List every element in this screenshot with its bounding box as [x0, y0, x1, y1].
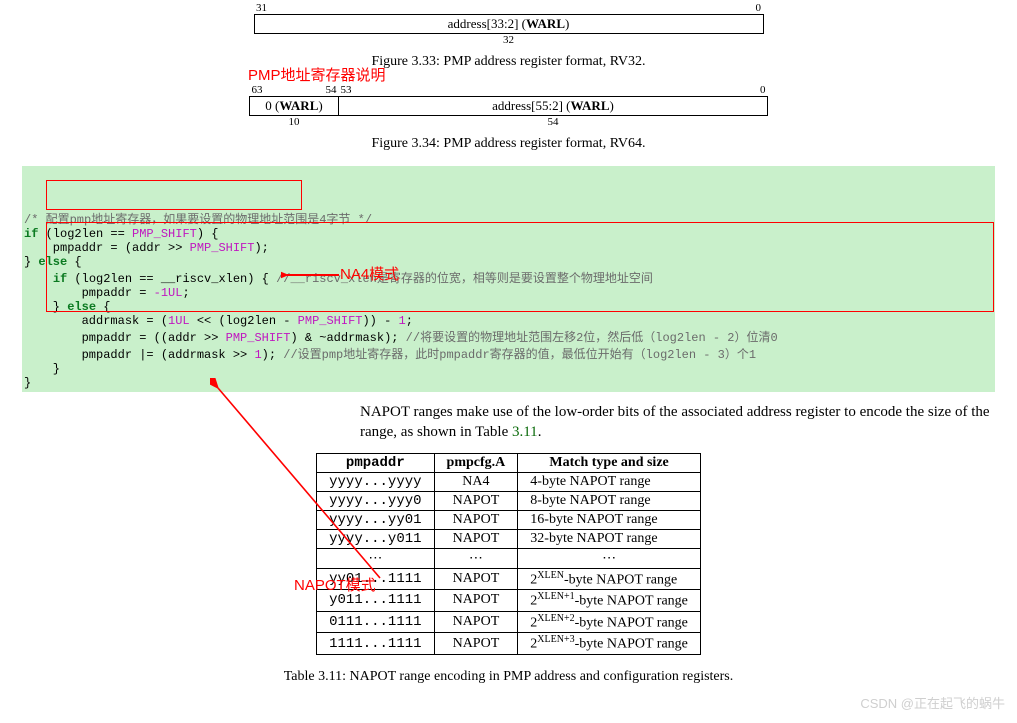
cell-a: 0111...1111: [317, 611, 434, 633]
code-l10: }: [24, 362, 60, 376]
code-l9c: );: [262, 348, 284, 362]
code-l8d: //将要设置的物理地址范围左移2位，然后低（log2len - 2）位清0: [406, 331, 778, 345]
napot-table: pmpaddr pmpcfg.A Match type and size yyy…: [316, 453, 701, 656]
fig33-width: 32: [254, 34, 763, 47]
bit-label-0: 0: [509, 2, 764, 15]
cell-b: NA4: [434, 472, 518, 491]
cell-b: NAPOT: [434, 633, 518, 655]
cell-a: yyyy...yy01: [317, 510, 434, 529]
napot-table-ref-link[interactable]: 3.11: [512, 424, 538, 440]
sup: XLEN+2: [537, 613, 574, 624]
cell-a: 1111...1111: [317, 633, 434, 655]
cell-b: NAPOT: [434, 491, 518, 510]
sup: XLEN+1: [537, 591, 574, 602]
code-l8c: ) & ~addrmask);: [290, 331, 405, 345]
bit-54: 54: [294, 84, 339, 97]
cell-a: ⋯: [317, 548, 434, 568]
annotation-na4-mode: NA4模式: [340, 263, 399, 284]
red-highlight-napot: [46, 222, 994, 312]
bit-label-31: 31: [254, 2, 509, 15]
fig34-field1: address[55:2] (WARL): [492, 98, 614, 113]
napot-para2: .: [538, 424, 542, 440]
code-l7d: PMP_SHIFT: [298, 314, 363, 328]
fig-34-bitfield: 63 54 53 0 0 (WARL) address[55:2] (WARL)…: [0, 84, 1017, 128]
table311-caption: Table 3.11: NAPOT range encoding in PMP …: [0, 669, 1017, 685]
table-row: yyyy...yyyyNA44-byte NAPOT range: [317, 472, 701, 491]
cell-b: NAPOT: [434, 529, 518, 548]
table-row: 0111...1111NAPOT2XLEN+2-byte NAPOT range: [317, 611, 701, 633]
code-l3a: }: [24, 255, 38, 269]
fig34-caption: Figure 3.34: PMP address register format…: [0, 136, 1017, 152]
napot-paragraph: NAPOT ranges make use of the low-order b…: [360, 402, 1003, 443]
code-l8b: PMP_SHIFT: [226, 331, 291, 345]
code-l9d: //设置pmp地址寄存器，此时pmpaddr寄存器的值，最低位开始有（log2l…: [283, 348, 756, 362]
code-l11: }: [24, 376, 31, 390]
table-row: yyyy...yyy0NAPOT8-byte NAPOT range: [317, 491, 701, 510]
cell-c: 2XLEN+2-byte NAPOT range: [518, 611, 701, 633]
sup: XLEN+3: [537, 634, 574, 645]
code-l1a: if: [24, 227, 38, 241]
code-l7g: ;: [406, 314, 413, 328]
cell-c: 4-byte NAPOT range: [518, 472, 701, 491]
code-l7a: addrmask = (: [24, 314, 168, 328]
cell-c: 2XLEN+3-byte NAPOT range: [518, 633, 701, 655]
suf: -byte NAPOT range: [575, 594, 688, 609]
cell-b: ⋯: [434, 548, 518, 568]
fig34-w0: 10: [250, 116, 339, 129]
code-l9a: pmpaddr |= (addrmask >>: [24, 348, 254, 362]
suf: -byte NAPOT range: [575, 637, 688, 652]
bit-0: 0: [553, 84, 768, 97]
th-pmpcfg: pmpcfg.A: [434, 453, 518, 472]
cell-c: 2XLEN+1-byte NAPOT range: [518, 590, 701, 612]
table-row: yyyy...yy01NAPOT16-byte NAPOT range: [317, 510, 701, 529]
cell-b: NAPOT: [434, 568, 518, 590]
code-block: /* 配置pmp地址寄存器，如果要设置的物理地址范围是4字节 */ if (lo…: [22, 166, 995, 392]
fig34-field0: 0 (WARL): [265, 98, 322, 113]
napot-para1: NAPOT ranges make use of the low-order b…: [360, 404, 990, 440]
suf: -byte NAPOT range: [564, 572, 677, 587]
cell-c: 32-byte NAPOT range: [518, 529, 701, 548]
red-highlight-na4: [46, 180, 302, 210]
annotation-pmp-addr-desc: PMP地址寄存器说明: [248, 64, 386, 85]
cell-c: 8-byte NAPOT range: [518, 491, 701, 510]
cell-b: NAPOT: [434, 611, 518, 633]
table-row: ⋯⋯⋯: [317, 548, 701, 568]
cell-c: ⋯: [518, 548, 701, 568]
cell-a: yyyy...y011: [317, 529, 434, 548]
fig33-field: address[33:2] (WARL): [448, 16, 570, 31]
fig33-caption: Figure 3.33: PMP address register format…: [0, 54, 1017, 70]
annotation-napot-mode: NAPOT模式: [294, 574, 376, 595]
watermark: CSDN @正在起飞的蜗牛: [860, 693, 1005, 712]
cell-c: 2XLEN-byte NAPOT range: [518, 568, 701, 590]
th-match: Match type and size: [518, 453, 701, 472]
cell-c: 16-byte NAPOT range: [518, 510, 701, 529]
fig34-w1: 54: [339, 116, 768, 129]
cell-b: NAPOT: [434, 590, 518, 612]
cell-a: yyyy...yyyy: [317, 472, 434, 491]
cell-b: NAPOT: [434, 510, 518, 529]
code-l9b: 1: [254, 348, 261, 362]
th-pmpaddr: pmpaddr: [317, 453, 434, 472]
table-header-row: pmpaddr pmpcfg.A Match type and size: [317, 453, 701, 472]
code-l7f: 1: [399, 314, 406, 328]
fig-33-bitfield: 31 0 address[33:2] (WARL) 32: [0, 2, 1017, 46]
cell-a: yyyy...yyy0: [317, 491, 434, 510]
bit-53: 53: [339, 84, 554, 97]
code-l7c: << (log2len -: [190, 314, 298, 328]
table-row: yyyy...y011NAPOT32-byte NAPOT range: [317, 529, 701, 548]
bit-63: 63: [250, 84, 295, 97]
code-l7b: 1UL: [168, 314, 190, 328]
code-l7e: )) -: [362, 314, 398, 328]
code-l8a: pmpaddr = ((addr >>: [24, 331, 226, 345]
suf: -byte NAPOT range: [575, 615, 688, 630]
sup: XLEN: [537, 570, 564, 581]
table-row: 1111...1111NAPOT2XLEN+3-byte NAPOT range: [317, 633, 701, 655]
